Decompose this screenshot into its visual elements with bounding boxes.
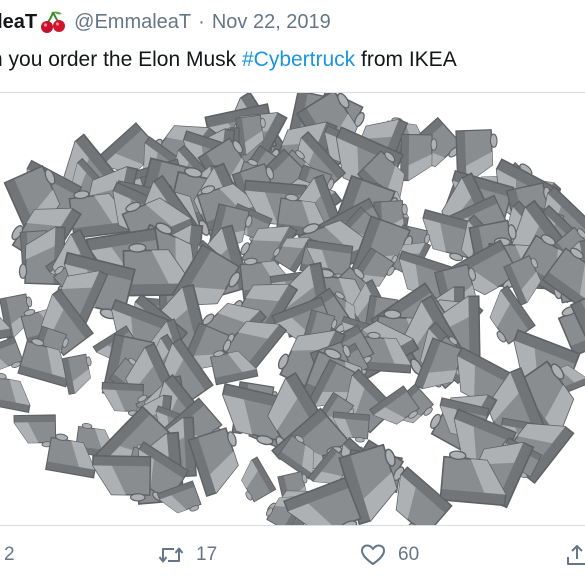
tweet-media-image[interactable] [0,92,585,526]
retweet-icon [158,544,184,566]
like-icon [360,543,386,567]
tweet-date[interactable]: Nov 22, 2019 [212,11,331,34]
tweet-header: aleaT @EmmaleaT · Nov 22, 2019 [0,0,585,44]
tweet-actions: 2 17 60 [0,528,585,585]
reply-count: 2 [4,544,15,565]
share-button[interactable] [565,542,585,568]
meta-separator: · [198,10,205,33]
retweet-button[interactable]: 17 [158,542,217,568]
share-icon [565,543,585,567]
tweet-text: n you order the Elon Musk #Cybertruck fr… [0,48,585,80]
reply-button[interactable]: 2 [0,542,15,568]
display-name[interactable]: aleaT [0,11,37,34]
tweet-text-lead: n you order the Elon Musk [0,48,242,71]
like-button[interactable]: 60 [360,542,419,568]
tweet-text-tail: from IKEA [355,48,457,71]
like-count: 60 [398,544,420,565]
brick-pile-photo [0,93,585,525]
hashtag-link[interactable]: #Cybertruck [242,48,355,71]
user-handle[interactable]: @EmmaleaT [74,11,191,34]
cherry-icon [40,10,66,34]
retweet-count: 17 [196,544,218,565]
